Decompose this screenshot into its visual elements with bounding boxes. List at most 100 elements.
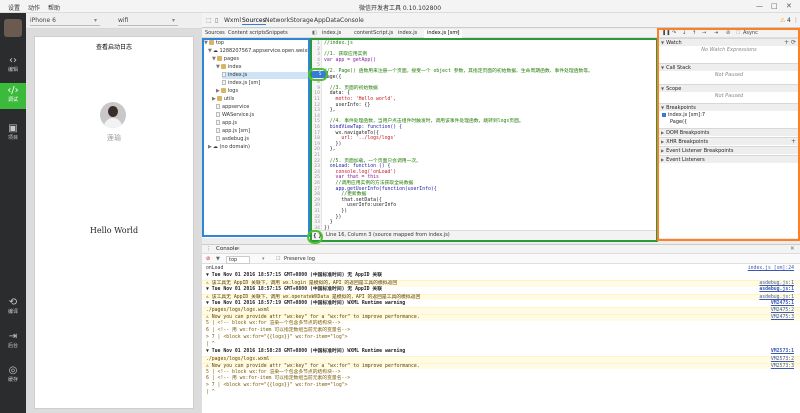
console-message: > 7 | <block wx:for="{{logs}}" wx:for-it…	[206, 335, 348, 340]
console-source-link[interactable]: VM2573:1	[771, 349, 794, 355]
tab-snippets[interactable]: Snippets	[266, 30, 288, 36]
left-sidebar: ‹› 编辑 ‹/› 调试 ▣ 项目 ⟲ 编译 ⇥ 后台 ◎ 缓存	[0, 13, 26, 413]
tab-console-drawer[interactable]: Console	[216, 246, 238, 252]
highlight-circle-pretty-print	[307, 230, 323, 244]
tab-console[interactable]: Console	[340, 17, 364, 24]
sidebar-item-compile[interactable]: ⟲ 编译	[0, 295, 26, 321]
minimize-icon[interactable]: —	[756, 2, 763, 10]
background-icon: ⇥	[8, 331, 18, 342]
sidebar-item-debug[interactable]: ‹/› 调试	[0, 83, 26, 109]
drawer-menu-icon[interactable]: ⋮	[206, 246, 212, 252]
console-message: 5 | <!-- block wx:for 渲染一个包含多节点的结构块-->	[206, 369, 341, 375]
console-message: | ^	[206, 341, 215, 347]
tab-appdata[interactable]: AppData	[314, 17, 340, 24]
console-row[interactable]: | ^	[202, 390, 800, 397]
maximize-icon[interactable]: □	[771, 2, 778, 10]
console-source-link[interactable]: index.js [sm]:24	[748, 266, 794, 272]
console-row[interactable]: ./pages/logs/logs.wxml VM2475:2	[202, 307, 800, 315]
phone-screen	[34, 36, 194, 409]
sidebar-item-edit[interactable]: ‹› 编辑	[0, 53, 26, 79]
toggle-navigator-icon[interactable]: ◧	[312, 30, 317, 36]
console-message: 6 | <!-- 用 wx:for-item 可以指定数组当前元素的变量名-->	[206, 328, 351, 334]
clear-console-icon[interactable]: ⊘	[206, 256, 210, 262]
console-message: 5 | <!-- block wx:for 渲染一个包含多节点的结构块-->	[206, 321, 341, 327]
console-message: 6 | <!-- 用 wx:for-item 可以指定数组当前元素的变量名-->	[206, 376, 351, 382]
console-row[interactable]: ▼ Tue Nov 01 2016 18:58:28 GMT+0800 (中国标…	[202, 349, 800, 356]
user-avatar[interactable]	[4, 19, 22, 37]
console-row[interactable]: ./pages/logs/logs.wxml VM2573:2	[202, 355, 800, 363]
close-icon[interactable]: ✕	[790, 246, 795, 252]
console-row[interactable]: > 7 | <block wx:for="{{logs}}" wx:for-it…	[202, 335, 800, 342]
devtools-tabs: ⬚ ▯ Wxml Sources Network Storage AppData…	[202, 13, 800, 28]
console-row[interactable]: onLoad index.js [sm]:24	[202, 266, 800, 273]
editor-tab[interactable]: index.js	[398, 30, 417, 36]
highlight-circle-breakpoint	[308, 68, 328, 81]
user-nickname: 莲瑜	[107, 134, 121, 142]
highlight-box-file-tree	[202, 38, 310, 237]
console-message: onLoad	[206, 266, 224, 271]
chevron-down-icon[interactable]: ▾	[172, 16, 175, 26]
warning-icon[interactable]: ⚠	[780, 17, 785, 24]
network-select[interactable]: wifi	[118, 16, 178, 26]
sidebar-item-cache[interactable]: ◎ 缓存	[0, 363, 26, 389]
tab-sources-files[interactable]: Sources	[205, 30, 225, 36]
console-toolbar: ⊘ ▼ top ▾ ☐ Preserve log	[202, 254, 800, 264]
console-source-link[interactable]: asdebug.js:1	[759, 287, 794, 293]
tab-sources[interactable]: Sources	[242, 17, 266, 25]
editor-tab[interactable]: index.js	[322, 30, 341, 36]
console-row[interactable]: ⚠ Now you can provide attr "wx:key" for …	[202, 362, 800, 370]
console-message: ▼ Tue Nov 01 2016 18:58:28 GMT+0800 (中国标…	[206, 348, 406, 354]
title-bar: 设置 动作 帮助 微信开发者工具 0.10.102800 — □ ✕	[0, 0, 800, 13]
code-icon: ‹›	[9, 55, 17, 66]
tab-network[interactable]: Network	[265, 17, 290, 24]
close-drawer-icon[interactable]: ✕	[236, 246, 240, 252]
device-select[interactable]: iPhone 6	[30, 16, 100, 26]
debug-icon: ‹/›	[7, 85, 19, 96]
console-row[interactable]: ▼ Tue Nov 01 2016 18:57:19 GMT+0800 (中国标…	[202, 301, 800, 308]
console-row[interactable]: ⚠ 该工具无 AppID 关联下，调用 wx.operateWXData 是模拟…	[202, 293, 800, 301]
close-icon[interactable]: ✕	[786, 2, 792, 10]
tab-storage[interactable]: Storage	[290, 17, 313, 24]
device-icon[interactable]: ▯	[215, 17, 218, 24]
chevron-down-icon[interactable]: ▾	[94, 16, 97, 26]
sidebar-item-project[interactable]: ▣ 项目	[0, 121, 26, 147]
compile-icon: ⟲	[8, 297, 18, 308]
console-message: > 7 | <block wx:for="{{logs}}" wx:for-it…	[206, 383, 348, 389]
highlight-box-debugger	[657, 28, 800, 241]
close-tab-icon[interactable]: ✕	[456, 30, 460, 36]
console-row[interactable]: ▼ Tue Nov 01 2016 18:57:15 GMT+0800 (中国标…	[202, 287, 800, 294]
more-icon[interactable]: ⋮	[793, 17, 799, 24]
console-row[interactable]: ⚠ 该工具无 AppID 关联下，调用 wx.login 是模拟的，API 的返…	[202, 279, 800, 287]
sources-subtabs: Sources Content scripts Snippets	[202, 29, 310, 38]
filter-icon[interactable]: ▼	[216, 256, 220, 262]
console-message: ▼ Tue Nov 01 2016 18:57:19 GMT+0800 (中国标…	[206, 300, 406, 306]
window-title: 微信开发者工具 0.10.102800	[358, 5, 442, 12]
motto-text: Hello World	[89, 226, 139, 235]
console-drawer-tabs: ⋮ Console ✕ ✕	[202, 244, 800, 254]
console-source-link[interactable]: VM2475:1	[771, 301, 794, 307]
project-icon: ▣	[8, 123, 18, 134]
editor-tabs: ◧ index.js contentScript.js index.js ind…	[310, 29, 658, 38]
highlight-box-editor	[310, 38, 658, 242]
preserve-log-label: Preserve log	[284, 256, 315, 262]
console-message: | ^	[206, 390, 215, 396]
console-row[interactable]: 6 | <!-- 用 wx:for-item 可以指定数组当前元素的变量名-->	[202, 328, 800, 335]
context-select[interactable]: top	[226, 256, 251, 264]
sidebar-item-background[interactable]: ⇥ 后台	[0, 329, 26, 355]
avatar[interactable]	[100, 102, 126, 128]
tab-wxml[interactable]: Wxml	[224, 17, 241, 24]
console-row[interactable]: | ^	[202, 342, 800, 349]
cache-icon: ◎	[8, 365, 18, 376]
warning-count: 4	[787, 17, 791, 24]
tab-content-scripts[interactable]: Content scripts	[228, 30, 266, 36]
simulator-toolbar: iPhone 6 ▾ wifi ▾	[26, 13, 202, 29]
checkbox-icon[interactable]: ☐	[276, 256, 280, 262]
inspect-icon[interactable]: ⬚	[206, 17, 212, 24]
phone-nav-title: 查看启动日志	[95, 44, 132, 51]
console-row[interactable]: > 7 | <block wx:for="{{logs}}" wx:for-it…	[202, 383, 800, 390]
console-message: ▼ Tue Nov 01 2016 18:57:15 GMT+0800 (中国标…	[206, 272, 383, 278]
editor-tab[interactable]: contentScript.js	[354, 30, 393, 36]
console-row[interactable]: ▼ Tue Nov 01 2016 18:57:15 GMT+0800 (中国标…	[202, 273, 800, 280]
console-message: ▼ Tue Nov 01 2016 18:57:15 GMT+0800 (中国标…	[206, 286, 383, 292]
chevron-down-icon[interactable]: ▾	[262, 256, 265, 262]
